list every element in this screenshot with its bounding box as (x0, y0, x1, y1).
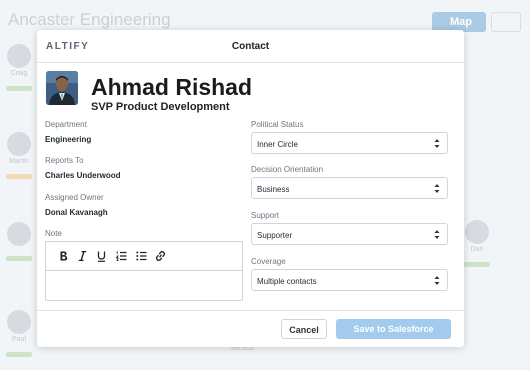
footer-divider (37, 310, 464, 311)
menu-button[interactable] (491, 12, 521, 32)
map-button-label: Map (450, 16, 472, 28)
bulleted-list-icon[interactable] (134, 250, 148, 263)
card-name: Craig (10, 70, 28, 77)
political-status-value: Inner Circle (257, 140, 298, 149)
card-name: Dan (470, 246, 484, 253)
decision-orientation-label: Decision Orientation (251, 165, 324, 174)
note-label: Note (45, 229, 62, 238)
org-chart-card[interactable]: Martin (2, 132, 36, 184)
org-chart-card[interactable] (2, 222, 36, 266)
political-status-select[interactable]: Inner Circle (251, 132, 448, 154)
coverage-label: Coverage (251, 257, 286, 266)
select-arrows-icon (434, 276, 440, 285)
org-chart-card[interactable]: Craig (2, 44, 36, 96)
modal-title: Contact (231, 41, 270, 52)
status-tag (6, 256, 32, 261)
select-arrows-icon (434, 184, 440, 193)
avatar (7, 132, 31, 156)
select-arrows-icon (434, 230, 440, 239)
org-chart-card[interactable]: Paul (2, 310, 36, 362)
status-tag (6, 174, 32, 179)
italic-icon[interactable] (75, 250, 89, 263)
underline-icon[interactable] (94, 250, 108, 263)
select-arrows-icon (434, 139, 440, 148)
coverage-value: Multiple contacts (257, 277, 317, 286)
avatar (7, 310, 31, 334)
avatar (7, 222, 31, 246)
coverage-select[interactable]: Multiple contacts (251, 269, 448, 291)
political-status-label: Political Status (251, 120, 304, 129)
status-tag (464, 262, 490, 267)
editor-toolbar (46, 242, 242, 271)
numbered-list-icon[interactable] (114, 250, 128, 263)
avatar (465, 220, 489, 244)
status-tag (6, 352, 32, 357)
avatar (7, 44, 31, 68)
decision-orientation-select[interactable]: Business (251, 177, 448, 199)
decision-orientation-value: Business (257, 185, 290, 194)
cancel-button[interactable]: Cancel (281, 319, 327, 339)
department-value: Engineering (45, 135, 92, 144)
support-select[interactable]: Supporter (251, 223, 448, 245)
assigned-owner-value: Donal Kavanagh (45, 208, 108, 217)
link-icon[interactable] (153, 250, 167, 263)
support-label: Support (251, 211, 280, 220)
contact-modal: ALTIFY Contact Ahmad Rishad SVP Product … (37, 30, 464, 347)
note-editor (45, 241, 243, 301)
assigned-owner-label: Assigned Owner (45, 193, 104, 202)
contact-name: Ahmad Rishad (91, 74, 253, 100)
reports-to-value: Charles Underwood (45, 171, 121, 180)
org-chart-card[interactable]: Dan (460, 220, 494, 272)
contact-photo (46, 71, 78, 105)
save-to-salesforce-button[interactable]: Save to Salesforce (336, 319, 451, 339)
department-label: Department (45, 120, 87, 129)
reports-to-label: Reports To (45, 156, 84, 165)
card-name: Martin (9, 158, 29, 165)
support-value: Supporter (257, 231, 293, 240)
modal-header: ALTIFY Contact (37, 30, 464, 63)
bold-icon[interactable] (56, 250, 70, 263)
card-name: Paul (11, 336, 26, 343)
map-button[interactable]: Map (432, 12, 486, 32)
contact-job-title: SVP Product Development (91, 101, 230, 113)
app-title: Ancaster Engineering (8, 10, 171, 29)
note-text-area[interactable] (46, 271, 242, 301)
status-tag (6, 86, 32, 91)
